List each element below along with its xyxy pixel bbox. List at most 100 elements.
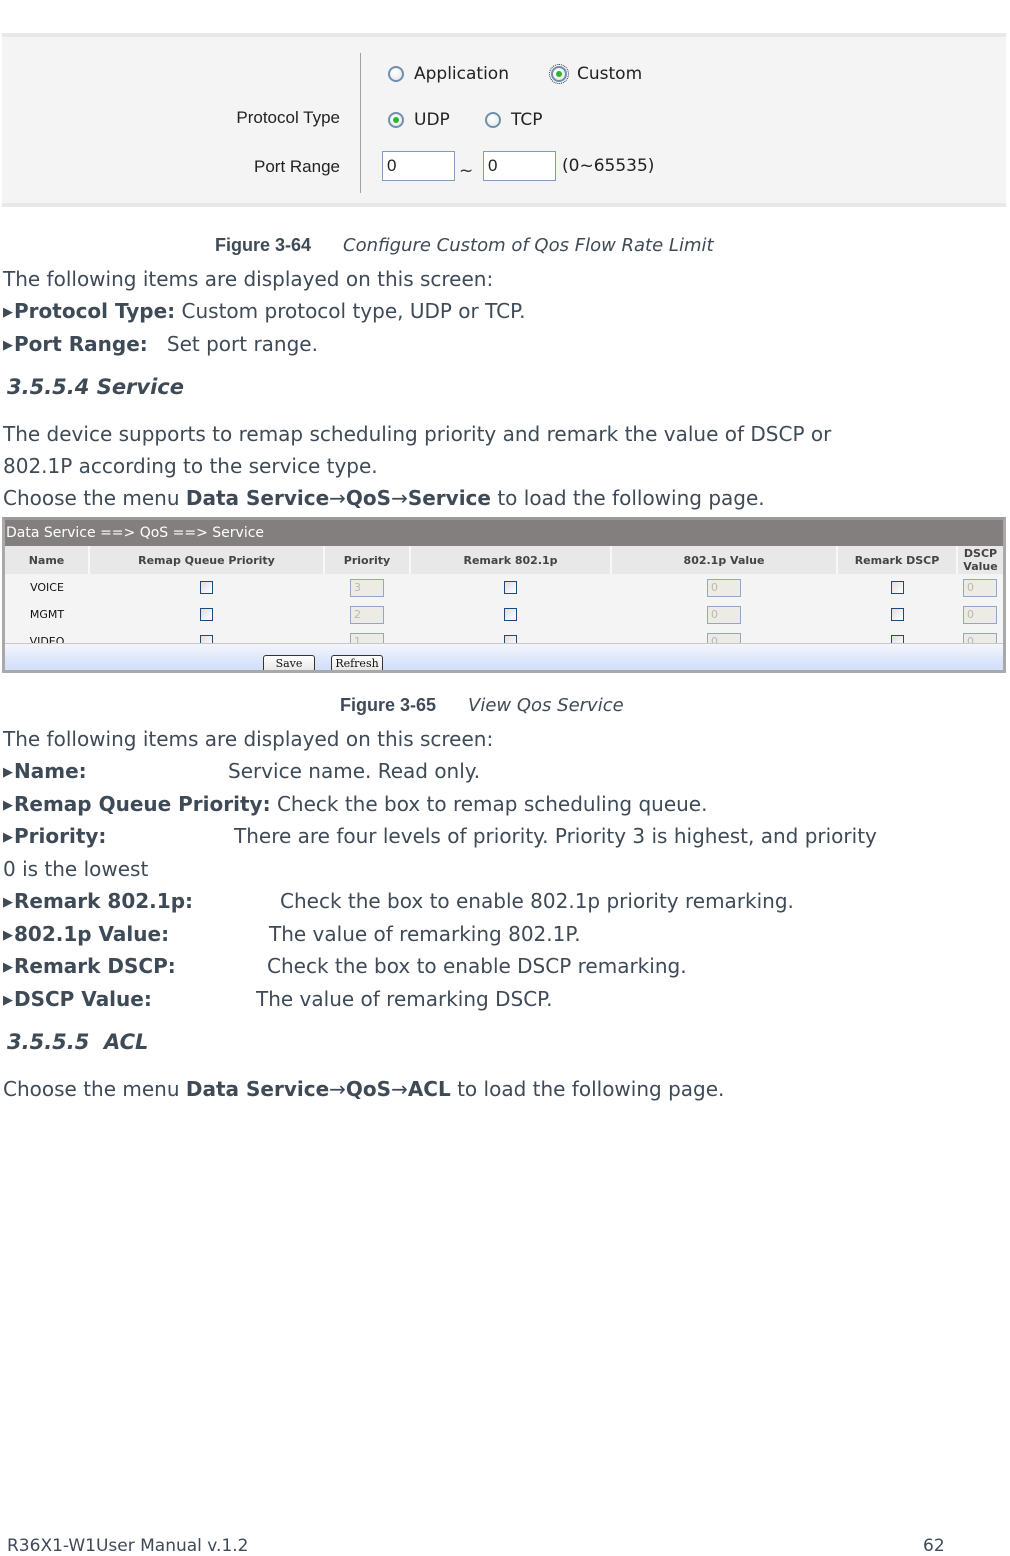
menu-path-qos: QoS: [345, 486, 392, 510]
item-desc: The value of remarking 802.1P.: [269, 922, 581, 946]
menu-path-qos: QoS: [345, 1077, 392, 1101]
bullet-icon: ▶: [3, 338, 13, 353]
col-header-remark-8021p: Remark 802.1p: [409, 546, 611, 574]
radio-application[interactable]: Application: [388, 64, 509, 84]
protocol-type-label: Protocol Type: [236, 108, 340, 127]
priority-field[interactable]: 3: [350, 578, 384, 597]
arrow-icon: →: [329, 486, 346, 510]
radio-application-label: Application: [414, 64, 509, 84]
figure-number: Figure 3-64: [215, 235, 312, 255]
col-header-remap: Remap Queue Priority: [88, 546, 324, 574]
bullet-icon: ▶: [3, 895, 13, 910]
menu-path-data-service: Data Service: [185, 486, 330, 510]
radio-tcp-label: TCP: [511, 110, 543, 130]
radio-udp-label: UDP: [414, 110, 450, 130]
item-remark-8021p: ▶Remark 802.1p: Check the box to enable 8…: [3, 885, 794, 919]
item-term: Name:: [14, 759, 87, 783]
col-header-name: Name: [5, 546, 89, 574]
item-desc: Custom protocol type, UDP or TCP.: [175, 299, 526, 323]
remark-dscp-checkbox[interactable]: [890, 581, 904, 595]
item-remark-dscp: ▶Remark DSCP: Check the box to enable DSC…: [3, 950, 687, 984]
radio-tcp[interactable]: TCP: [485, 110, 543, 130]
item-desc: Set port range.: [147, 332, 318, 356]
remark-8021p-checkbox[interactable]: [504, 608, 517, 622]
service-description-line2: 802.1P according to the service type.: [3, 454, 378, 478]
bullet-icon: ▶: [3, 960, 13, 975]
qos-service-panel: Data Service ==> QoS ==> Service Name Re…: [2, 517, 1006, 673]
protocol-config-panel: Application Custom Protocol Type UDP TCP…: [2, 33, 1006, 207]
menu-suffix: to load the following page.: [490, 486, 765, 510]
item-term: Priority:: [14, 824, 107, 848]
refresh-button[interactable]: Refresh: [331, 655, 383, 670]
table-row: VOICE 3 0 0: [5, 574, 1003, 601]
col-header-priority: Priority: [323, 546, 410, 574]
port-to-input[interactable]: 0: [483, 151, 556, 181]
item-desc: Check the box to remap scheduling queue.: [270, 792, 708, 816]
dscp-value-field[interactable]: 0: [963, 578, 997, 597]
bullet-icon: ▶: [3, 765, 13, 780]
item-dscp-value: ▶DSCP Value: The value of remarking DSCP.: [3, 983, 552, 1017]
items-intro: The following items are displayed on thi…: [3, 727, 494, 751]
item-remap-queue-priority: ▶Remap Queue Priority: Check the box to …: [3, 788, 707, 822]
item-term: Remark 802.1p:: [14, 889, 194, 913]
section-heading-service: 3.5.5.4 Service: [7, 375, 184, 399]
item-protocol-type: ▶Protocol Type: Custom protocol type, UD…: [3, 295, 525, 329]
item-term: Port Range:: [14, 332, 148, 356]
arrow-icon: →: [391, 1077, 408, 1101]
radio-custom-label: Custom: [577, 64, 643, 84]
radio-icon: [388, 66, 404, 82]
port-range-hint: (0~65535): [562, 156, 655, 176]
arrow-icon: →: [391, 486, 408, 510]
port-range-label: Port Range: [254, 157, 340, 176]
panel-title: Data Service ==> QoS ==> Service: [5, 520, 1003, 546]
remap-checkbox[interactable]: [200, 581, 213, 595]
figure-caption: Figure 3-64 Configure Custom of Qos Flow …: [215, 235, 714, 256]
table-header-row: Name Remap Queue Priority Priority Remar…: [5, 546, 1003, 574]
figure-title: View Qos Service: [468, 695, 624, 716]
figure-number: Figure 3-65: [340, 695, 437, 715]
item-desc: Service name. Read only.: [228, 759, 481, 783]
item-desc: Check the box to enable DSCP remarking.: [267, 954, 687, 978]
radio-custom[interactable]: Custom: [549, 64, 643, 84]
item-8021p-value: ▶802.1p Value: The value of remarking 802…: [3, 918, 581, 952]
port-from-input[interactable]: 0: [382, 151, 455, 181]
item-name: ▶Name: Service name. Read only.: [3, 755, 480, 789]
menu-path-acl: ACL: [407, 1077, 451, 1101]
service-table: Name Remap Queue Priority Priority Remar…: [5, 546, 1003, 655]
item-term: Remark DSCP:: [14, 954, 176, 978]
item-term: Protocol Type:: [14, 299, 176, 323]
8021p-value-field[interactable]: 0: [707, 605, 741, 624]
button-bar: Save Refresh: [5, 643, 1003, 670]
service-name: VOICE: [30, 581, 64, 594]
section-heading-acl: 3.5.5.5 ACL: [7, 1030, 149, 1054]
priority-field[interactable]: 2: [350, 605, 384, 624]
menu-prefix: Choose the menu: [3, 486, 186, 510]
dscp-value-field[interactable]: 0: [963, 605, 997, 624]
service-name: MGMT: [29, 608, 65, 621]
col-header-dscp-value: DSCP Value: [956, 546, 1003, 574]
figure-caption: Figure 3-65 View Qos Service: [340, 695, 624, 716]
radio-udp[interactable]: UDP: [388, 110, 450, 130]
radio-icon: [485, 112, 501, 128]
remap-checkbox[interactable]: [200, 608, 213, 622]
arrow-icon: →: [329, 1077, 346, 1101]
col-header-8021p-value: 802.1p Value: [610, 546, 837, 574]
menu-path-data-service: Data Service: [185, 1077, 330, 1101]
item-priority: ▶Priority: There are four levels of prior…: [3, 820, 877, 854]
menu-suffix: to load the following page.: [450, 1077, 725, 1101]
bullet-icon: ▶: [3, 798, 13, 813]
table-row: MGMT 2 0 0: [5, 601, 1003, 628]
items-intro: The following items are displayed on thi…: [3, 267, 494, 291]
save-button[interactable]: Save: [263, 655, 315, 670]
8021p-value-field[interactable]: 0: [707, 578, 741, 597]
remark-dscp-checkbox[interactable]: [890, 608, 904, 622]
item-term: 802.1p Value:: [14, 922, 170, 946]
service-menu-instruction: Choose the menu Data Service→QoS→Service…: [3, 482, 765, 514]
bullet-icon: ▶: [3, 305, 13, 320]
remark-8021p-checkbox[interactable]: [504, 581, 517, 595]
menu-path-service: Service: [407, 486, 491, 510]
item-term: DSCP Value:: [14, 987, 152, 1011]
radio-selected-icon: [549, 64, 569, 84]
col-header-remark-dscp: Remark DSCP: [836, 546, 957, 574]
bullet-icon: ▶: [3, 928, 13, 943]
